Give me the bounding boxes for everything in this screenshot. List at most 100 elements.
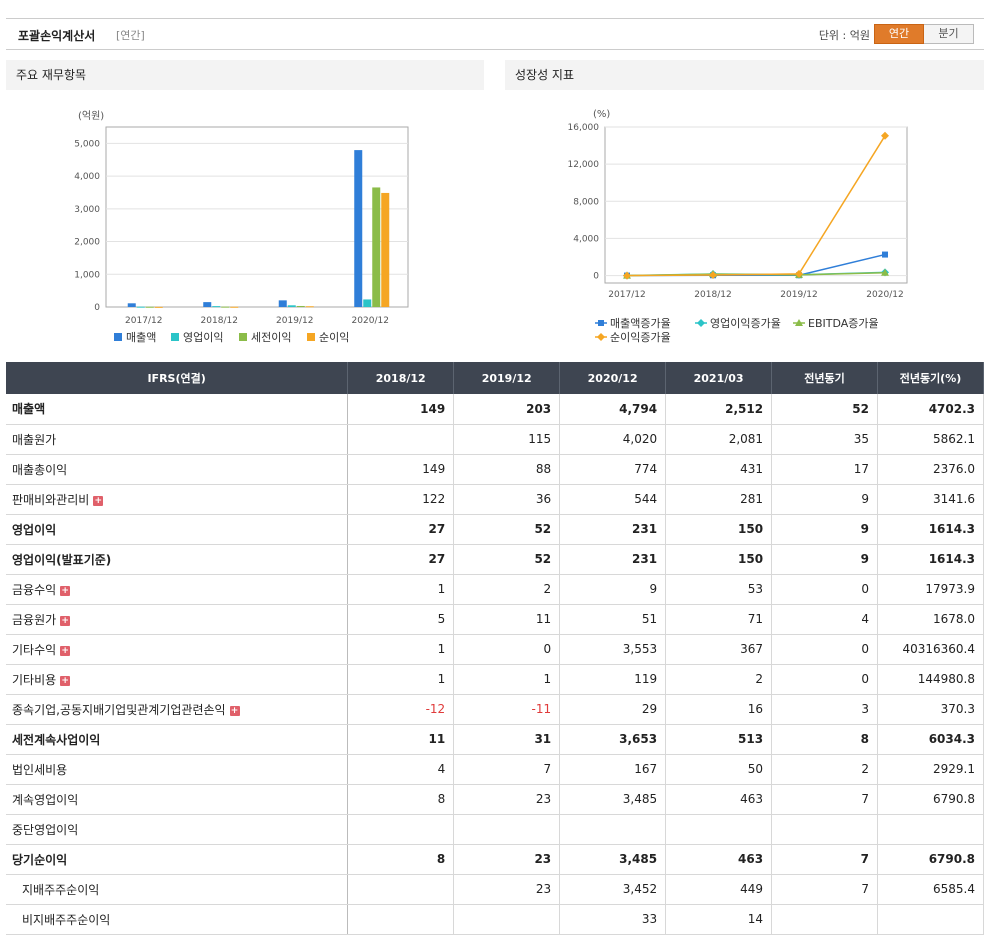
bar — [278, 300, 287, 307]
table-cell: 203 — [453, 394, 561, 425]
row-label: 세전계속사업이익 — [6, 724, 349, 755]
table-cell: 3141.6 — [877, 484, 985, 515]
table-cell: 5 — [347, 604, 455, 635]
table-cell: 513 — [665, 724, 773, 755]
bar — [305, 306, 314, 308]
table-row: 중단영업이익 — [6, 814, 985, 845]
row-label: 기타비용 + — [6, 664, 349, 695]
expand-plus-icon[interactable]: + — [229, 705, 240, 716]
bar — [127, 303, 136, 307]
table-cell: 3,485 — [559, 784, 667, 815]
table-row: 매출액 149 203 4,794 2,512 52 4702.3 — [6, 394, 985, 425]
y-axis-label: (억원) — [78, 110, 104, 122]
table-cell: 23 — [453, 784, 561, 815]
table-cell: 52 — [453, 544, 561, 575]
y-axis-label: (%) — [593, 109, 610, 120]
table-cell: 1614.3 — [877, 544, 985, 575]
row-label: 중단영업이익 — [6, 814, 349, 845]
x-tick-label: 2018/12 — [694, 290, 731, 300]
bar — [203, 302, 212, 307]
table-cell: 9 — [559, 574, 667, 605]
table-cell: 6034.3 — [877, 724, 985, 755]
row-label: 영업이익(발표기준) — [6, 544, 349, 575]
table-cell: 16 — [665, 694, 773, 725]
table-cell: 53 — [665, 574, 773, 605]
column-header: IFRS(연결) — [6, 362, 349, 394]
table-cell: 7 — [771, 874, 878, 905]
x-tick-label: 2017/12 — [125, 316, 162, 326]
period-toggle: 연간 분기 — [874, 24, 974, 44]
bar — [363, 299, 372, 307]
table-cell: 52 — [453, 514, 561, 545]
left-panel-title: 주요 재무항목 — [6, 60, 484, 90]
table-cell: 14 — [665, 904, 773, 935]
bar — [296, 305, 305, 307]
table-cell: 51 — [559, 604, 667, 635]
table-cell: -12 — [347, 694, 455, 725]
y-tick-label: 1,000 — [74, 270, 100, 280]
bar — [372, 187, 381, 307]
row-label: 지배주주순이익 — [6, 874, 349, 905]
table-row: 지배주주순이익 23 3,452 449 7 6585.4 — [6, 874, 985, 905]
table-cell: 774 — [559, 454, 667, 485]
table-cell: 367 — [665, 634, 773, 665]
y-tick-label: 0 — [593, 272, 599, 282]
table-cell: 7 — [771, 844, 878, 875]
row-label: 당기순이익 — [6, 844, 349, 875]
y-tick-label: 2,000 — [74, 238, 100, 248]
y-tick-label: 0 — [94, 303, 100, 313]
table-cell: 9 — [771, 544, 878, 575]
table-cell: 0 — [771, 664, 878, 695]
table-row: 기타수익 +1 0 3,553 367 0 40316360.4 — [6, 634, 985, 665]
table-cell: 29 — [559, 694, 667, 725]
table-cell: 36 — [453, 484, 561, 515]
table-cell: 2,081 — [665, 424, 773, 455]
tab-quarter[interactable]: 분기 — [924, 24, 974, 44]
table-cell: 6790.8 — [877, 784, 985, 815]
x-tick-label: 2019/12 — [276, 316, 313, 326]
expand-plus-icon[interactable]: + — [60, 645, 71, 656]
expand-plus-icon[interactable]: + — [60, 585, 71, 596]
tab-annual[interactable]: 연간 — [874, 24, 924, 44]
table-cell: 8 — [771, 724, 878, 755]
table-cell — [453, 904, 561, 935]
x-tick-label: 2020/12 — [866, 290, 903, 300]
table-cell — [665, 814, 773, 845]
table-cell: 544 — [559, 484, 667, 515]
y-tick-label: 4,000 — [573, 234, 599, 244]
table-cell: 11 — [453, 604, 561, 635]
table-cell — [559, 814, 667, 845]
table-cell: 0 — [453, 634, 561, 665]
table-row: 종속기업,공동지배기업및관계기업관련손익 + -12 -11 29 16 3 370.3 — [6, 694, 985, 725]
table-cell: 0 — [771, 634, 878, 665]
table-row: 금융원가 +5 11 51 71 4 1678.0 — [6, 604, 985, 635]
y-tick-label: 16,000 — [568, 123, 600, 133]
expand-plus-icon[interactable]: + — [93, 495, 104, 506]
table-row: 법인세비용 4 7 167 50 2 2929.1 — [6, 754, 985, 785]
table-cell: 8 — [347, 784, 455, 815]
row-label: 종속기업,공동지배기업및관계기업관련손익 + — [6, 694, 349, 725]
unit-label: 단위 : 억원 — [818, 29, 870, 42]
table-cell: 8 — [347, 844, 455, 875]
row-label: 매출액 — [6, 394, 349, 425]
bar — [287, 305, 296, 307]
legend-swatch — [307, 333, 315, 341]
legend-swatch — [239, 333, 247, 341]
table-cell: 149 — [347, 394, 455, 425]
table-row: 비지배주주순이익 33 14 — [6, 904, 985, 935]
table-cell — [771, 904, 878, 935]
table-cell: 2 — [771, 754, 878, 785]
table-cell: 23 — [453, 874, 561, 905]
table-cell: 231 — [559, 544, 667, 575]
table-cell: 27 — [347, 544, 455, 575]
table-cell: -11 — [453, 694, 561, 725]
bar — [154, 306, 163, 308]
expand-plus-icon[interactable]: + — [60, 675, 71, 686]
table-cell: 71 — [665, 604, 773, 635]
table-cell — [347, 814, 455, 845]
bar — [381, 192, 390, 307]
table-cell: 2,512 — [665, 394, 773, 425]
table-cell — [347, 874, 455, 905]
expand-plus-icon[interactable]: + — [60, 615, 71, 626]
table-cell: 150 — [665, 514, 773, 545]
